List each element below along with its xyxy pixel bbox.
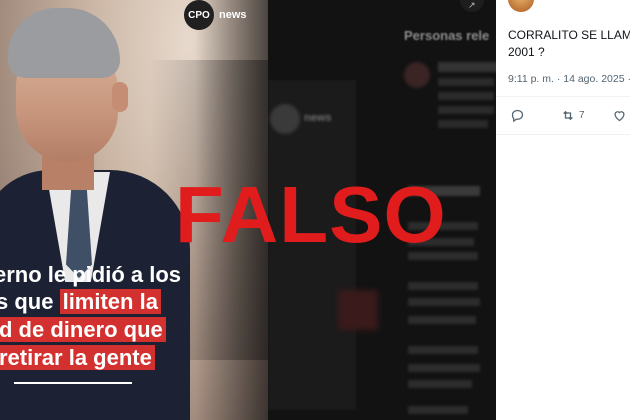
divider xyxy=(496,134,630,135)
blurred-text-line xyxy=(408,316,476,324)
tweet-text: CORRALITO SE LLAMA 2001 ? xyxy=(508,28,630,59)
person-hair xyxy=(8,8,120,78)
reply-button[interactable] xyxy=(510,108,525,123)
blurred-avatar xyxy=(404,62,430,88)
fact-check-stamp: FALSO xyxy=(175,170,447,259)
blurred-text-line xyxy=(438,62,496,72)
caption-line-3: d de dinero que xyxy=(0,317,166,343)
cpo-logo-mark: CPO xyxy=(184,0,214,30)
caption-line-4: retirar la gente xyxy=(0,345,155,371)
like-button[interactable] xyxy=(612,108,627,123)
blurred-text-line xyxy=(408,380,472,388)
blurred-text-line xyxy=(408,282,478,290)
cpo-logo-text: news xyxy=(219,9,247,21)
tweet-actions: 7 xyxy=(508,108,630,126)
retweet-button[interactable]: 7 xyxy=(560,108,585,123)
caption-line-2: s que limiten la xyxy=(0,289,161,315)
person-ear xyxy=(112,82,128,112)
blurred-logo-mark xyxy=(270,104,300,134)
blurred-text-line xyxy=(408,406,468,414)
retweet-count: 7 xyxy=(579,110,585,121)
caption-underline xyxy=(14,382,132,384)
blurred-logo-text: news xyxy=(304,112,332,124)
blurred-red-shape xyxy=(338,290,378,330)
section-title: Personas rele xyxy=(404,28,490,43)
caption-text: s que xyxy=(0,289,60,314)
blurred-text-line xyxy=(438,78,494,86)
retweet-icon xyxy=(563,110,573,121)
blurred-text-line xyxy=(408,364,480,372)
avatar[interactable] xyxy=(508,0,534,12)
blurred-text-line xyxy=(438,92,494,100)
tweet-panel: CORRALITO SE LLAMA 2001 ? 9:11 p. m. · 1… xyxy=(496,0,630,420)
blurred-text-line xyxy=(408,298,480,306)
caption-text: erno le pidió a los xyxy=(0,262,182,287)
diagonal-arrow-icon: ↗ xyxy=(468,0,476,10)
like-icon xyxy=(614,111,625,122)
cpo-news-logo: CPO news xyxy=(184,0,247,30)
caption-highlight: d de dinero que xyxy=(0,317,166,342)
expand-button[interactable]: ↗ xyxy=(460,0,484,12)
caption-highlight: limiten la xyxy=(59,289,161,314)
tweet-timestamp[interactable]: 9:11 p. m. · 14 ago. 2025 · xyxy=(508,73,630,85)
divider xyxy=(496,96,630,97)
reply-icon xyxy=(511,109,524,123)
caption-line-1: erno le pidió a los xyxy=(0,262,181,288)
blurred-text-line xyxy=(438,106,494,114)
blurred-text-line xyxy=(438,120,488,128)
screenshot-stage: CPO news erno le pidió a los s que limit… xyxy=(0,0,630,420)
blurred-text-line xyxy=(408,346,478,354)
caption-highlight: retirar la gente xyxy=(0,345,155,370)
